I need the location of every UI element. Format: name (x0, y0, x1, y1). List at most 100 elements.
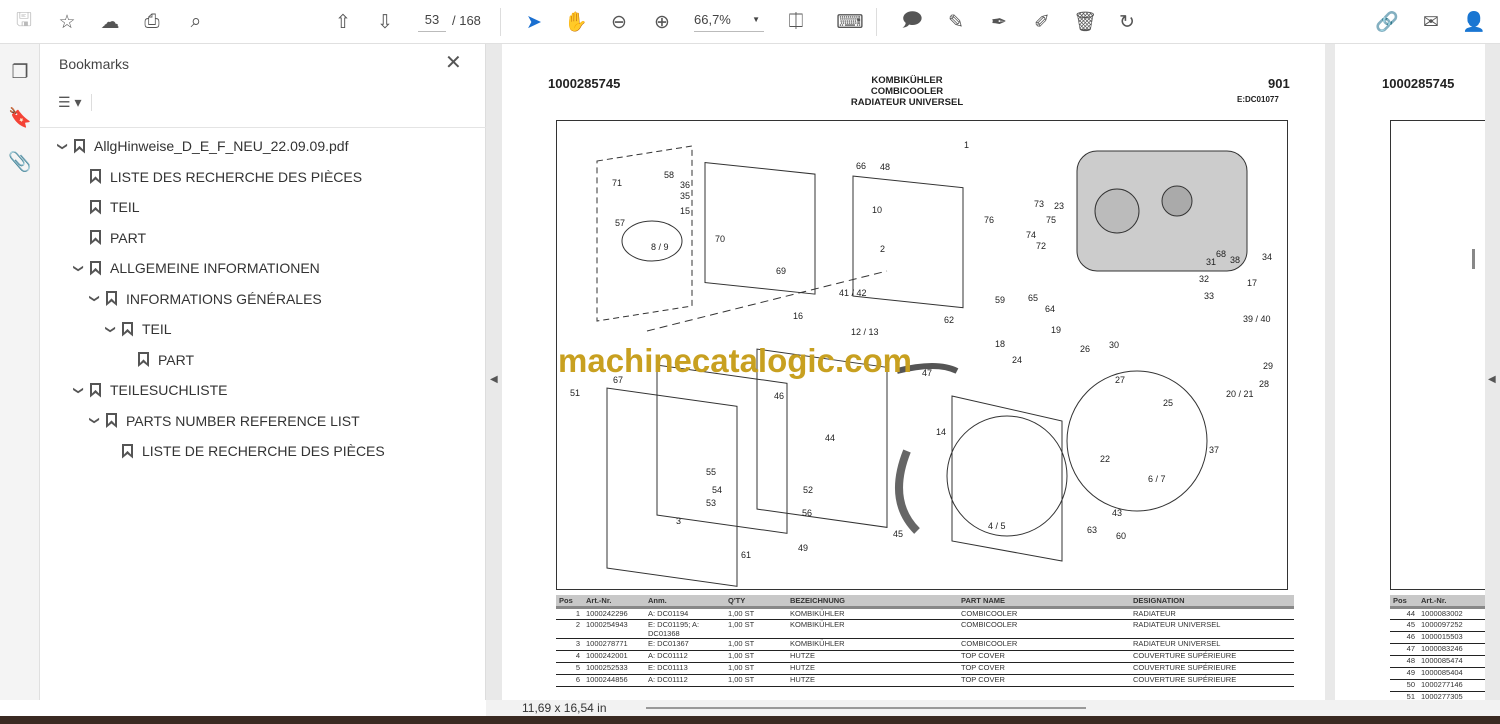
table-cell: 51 (1390, 691, 1418, 700)
bookmarks-icon[interactable]: 🔖 (6, 104, 34, 132)
zoom-out-icon[interactable]: ⊖ (605, 8, 633, 36)
share-link-icon[interactable]: 🔗 (1373, 8, 1401, 36)
hand-tool-icon[interactable]: ✋ (562, 8, 590, 36)
scrollbar-thumb[interactable] (1472, 249, 1475, 269)
previous-page-icon[interactable]: ⇧ (329, 8, 357, 36)
callout-label: 60 (1116, 531, 1127, 541)
search-icon[interactable]: ⌕ (182, 8, 210, 36)
star-icon[interactable]: ☆ (53, 8, 81, 36)
collapse-sidebar-icon[interactable]: ◀ (490, 374, 498, 385)
callout-label: 59 (995, 295, 1006, 305)
callout-label: 69 (776, 266, 787, 276)
sign-icon[interactable]: ✒ (985, 8, 1013, 36)
callout-label: 2 (880, 244, 886, 254)
callout-label: 72 (1036, 241, 1047, 251)
table-cell: HUTZE (787, 650, 958, 663)
bookmark-item[interactable]: ❯ INFORMATIONS GÉNÉRALES (86, 287, 322, 311)
chevron-down-icon[interactable]: ❯ (89, 291, 100, 307)
close-icon[interactable]: ✕ (445, 50, 462, 75)
bookmark-item[interactable]: LISTE DES RECHERCHE DES PIÈCES (70, 165, 362, 189)
column-header: PART NAME (958, 595, 1130, 609)
add-user-icon[interactable]: 👤 (1460, 8, 1488, 36)
taskbar (0, 716, 1500, 724)
rotate-icon[interactable]: ↻ (1113, 8, 1141, 36)
page-total: / 168 (452, 13, 481, 28)
bookmark-item[interactable]: ❯ PARTS NUMBER REFERENCE LIST (86, 409, 360, 433)
attachments-icon[interactable]: 📎 (6, 148, 34, 176)
callout-label: 17 (1247, 278, 1258, 288)
horizontal-scrollbar[interactable] (646, 707, 1086, 709)
chevron-down-icon[interactable]: ❯ (89, 413, 100, 429)
table-cell: E: DC01113 (645, 662, 725, 675)
save-icon[interactable]: 🖫 (10, 8, 38, 36)
chevron-down-icon[interactable]: ❯ (105, 321, 116, 337)
bookmark-item[interactable]: ❯ TEILESUCHLISTE (70, 378, 228, 402)
divider (40, 127, 486, 128)
callout-label: 46 (774, 391, 785, 401)
page-fit-icon[interactable]: ⎅ (782, 8, 810, 36)
callout-label: 54 (712, 485, 723, 495)
toolbar: 🖫 ☆ ☁ ⎙ ⌕ ⇧ ⇩ 53 / 168 ➤ ✋ ⊖ ⊕ 66,7% ▼ ⎅ … (0, 0, 1500, 44)
email-icon[interactable]: ✉ (1417, 8, 1445, 36)
table-row: 2 1000254943 E: DC01195; A: DC01368 1,00 ST… (556, 619, 1294, 639)
table-cell: COUVERTURE SUPÉRIEURE (1130, 674, 1294, 687)
table-cell: E: DC01195; A: DC01368 (645, 619, 725, 639)
chevron-down-icon[interactable]: ❯ (57, 138, 68, 154)
table-cell: 1,00 ST (725, 619, 787, 639)
comment-icon[interactable]: 🗩 (898, 8, 926, 36)
bookmark-item[interactable]: ❯ ALLGEMEINE INFORMATIONEN (70, 256, 320, 280)
table-cell: KOMBIKÜHLER (787, 619, 958, 639)
callout-label: 75 (1046, 215, 1057, 225)
table-cell: E: DC01367 (645, 638, 725, 651)
edit-pdf-icon[interactable]: ✐ (1028, 8, 1056, 36)
chevron-down-icon[interactable]: ❯ (73, 260, 84, 276)
expand-right-pane-icon[interactable]: ◀ (1488, 374, 1496, 385)
bookmark-item[interactable]: ❯ AllgHinweise_D_E_F_NEU_22.09.09.pdf (54, 134, 349, 158)
callout-label: 6 / 7 (1148, 474, 1166, 484)
table-cell: 1 (556, 607, 583, 620)
bookmarks-panel: Bookmarks ✕ ☰ ▾ ❯ AllgHinweise_D_E_F_NEU_… (40, 44, 486, 700)
column-header: Art.-Nr. (1418, 595, 1485, 609)
chevron-down-icon[interactable]: ❯ (73, 382, 84, 398)
delete-icon[interactable]: 🗑 (1071, 8, 1099, 36)
highlight-pen-icon[interactable]: ✎ (942, 8, 970, 36)
bookmark-item[interactable]: PART (70, 226, 146, 250)
upload-cloud-icon[interactable]: ☁ (96, 8, 124, 36)
zoom-select[interactable]: 66,7% ▼ (694, 12, 764, 32)
callout-label: 25 (1163, 398, 1174, 408)
callout-label: 62 (944, 315, 955, 325)
callout-label: 45 (893, 529, 904, 539)
table-cell: 1000244856 (583, 674, 645, 687)
page-number-input[interactable]: 53 (418, 12, 446, 32)
callout-label: 51 (570, 388, 581, 398)
page-thumbnails-icon[interactable]: ❐ (6, 58, 34, 86)
table-cell: 1000254943 (583, 619, 645, 639)
callout-label: 32 (1199, 274, 1210, 284)
bookmark-icon (122, 443, 133, 459)
table-cell: HUTZE (787, 662, 958, 675)
callout-label: 10 (872, 205, 883, 215)
bookmark-item[interactable]: LISTE DE RECHERCHE DES PIÈCES (102, 439, 385, 463)
print-icon[interactable]: ⎙ (138, 8, 166, 36)
callout-label: 27 (1115, 375, 1126, 385)
table-cell: RADIATEUR UNIVERSEL (1130, 619, 1294, 639)
callout-label: 8 / 9 (651, 242, 669, 252)
callout-label: 58 (664, 170, 675, 180)
column-header: BEZEICHNUNG (787, 595, 958, 609)
zoom-in-icon[interactable]: ⊕ (648, 8, 676, 36)
table-row: 6 1000244856 A: DC01112 1,00 ST HUTZE TOP COV… (556, 674, 1294, 687)
callout-label: 48 (880, 162, 891, 172)
bookmark-item[interactable]: TEIL (70, 195, 140, 219)
scroll-mode-icon[interactable]: ⌨ (836, 8, 864, 36)
table-row: 48 1000085474 (1390, 655, 1485, 668)
left-rail: ❐ 🔖 📎 (0, 44, 40, 700)
callout-label: 39 / 40 (1243, 314, 1271, 324)
next-page-icon[interactable]: ⇩ (371, 8, 399, 36)
select-cursor-icon[interactable]: ➤ (520, 8, 548, 36)
bookmark-item[interactable]: ❯ TEIL (102, 317, 172, 341)
callout-label: 22 (1100, 454, 1111, 464)
callout-label: 19 (1051, 325, 1062, 335)
column-header: Q'TY (725, 595, 787, 609)
bookmark-options-button[interactable]: ☰ ▾ (58, 94, 93, 111)
bookmark-item[interactable]: PART (118, 348, 194, 372)
